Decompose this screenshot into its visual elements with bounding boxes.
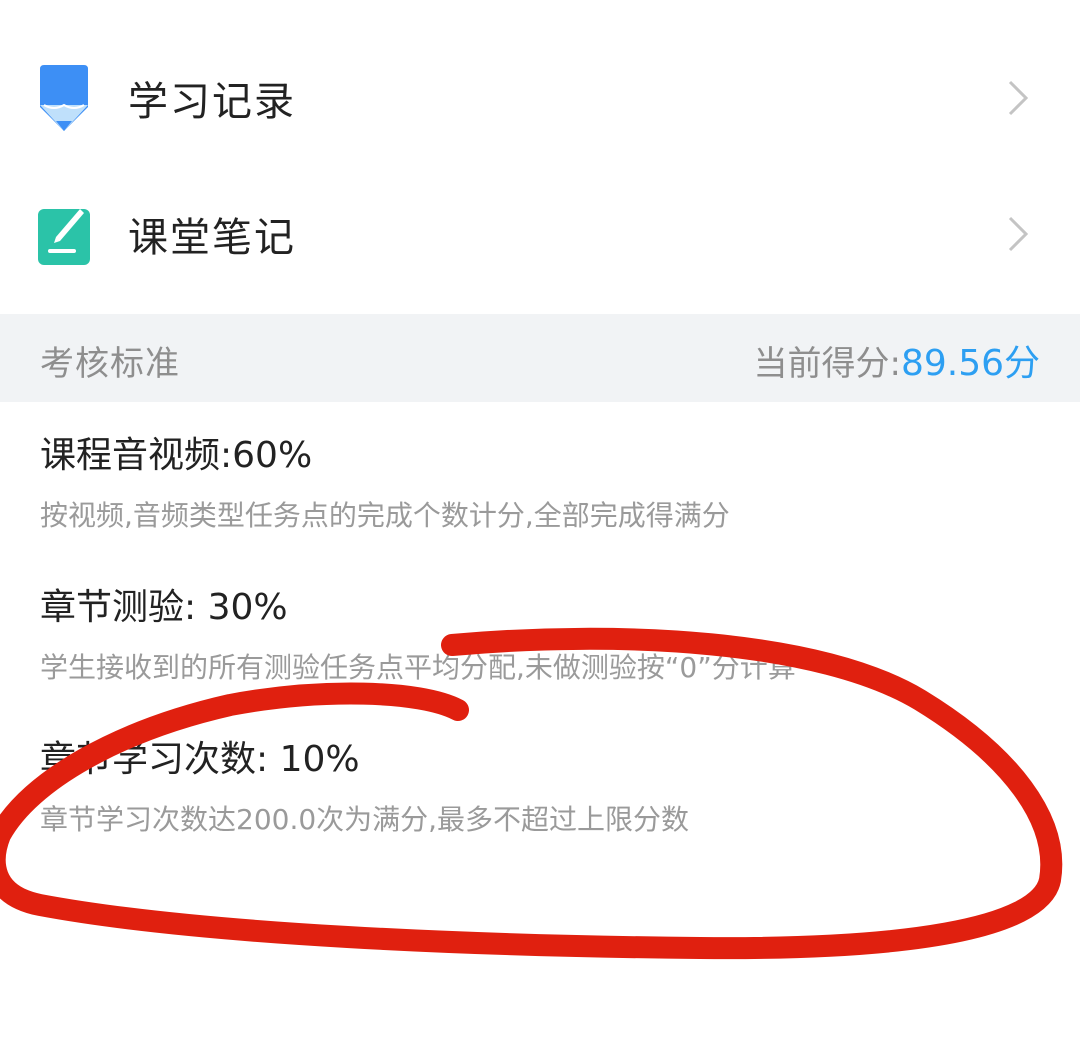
criterion-description: 章节学习次数达200.0次为满分,最多不超过上限分数	[40, 803, 690, 836]
pencil-icon	[40, 65, 88, 131]
menu-item-class-notes[interactable]: 课堂笔记	[0, 166, 1080, 302]
note-icon	[38, 209, 90, 265]
assessment-header: 考核标准 当前得分:89.56分	[0, 314, 1080, 402]
menu-item-label: 学习记录	[128, 79, 296, 125]
score-label: 当前得分:	[753, 344, 901, 384]
menu-item-study-record[interactable]: 学习记录	[0, 30, 1080, 166]
criterion-description: 学生接收到的所有测验任务点平均分配,未做测验按“0”分计算	[40, 651, 796, 684]
criterion-title: 章节学习次数: 10%	[40, 739, 360, 780]
criterion-title: 章节测验: 30%	[40, 587, 288, 628]
score-value: 89.56分	[900, 343, 1040, 384]
chevron-right-icon	[1008, 80, 1029, 116]
assessment-title: 考核标准	[40, 344, 180, 384]
criterion-title: 课程音视频:60%	[40, 435, 313, 476]
menu-item-label: 课堂笔记	[128, 215, 296, 261]
criterion-description: 按视频,音频类型任务点的完成个数计分,全部完成得满分	[40, 499, 730, 532]
chevron-right-icon	[1008, 216, 1029, 252]
current-score: 当前得分:89.56分	[753, 334, 1040, 386]
